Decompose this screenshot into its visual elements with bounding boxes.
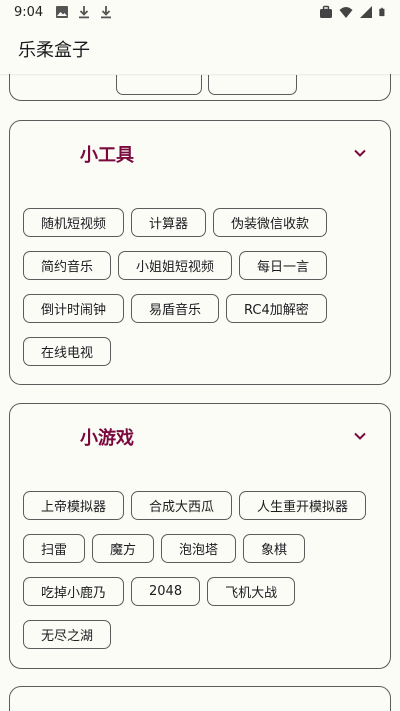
- chevron-down-icon[interactable]: [354, 149, 366, 157]
- briefcase-icon: [320, 5, 332, 18]
- chip-group-tools: 随机短视频 计算器 伪装微信收款 简约音乐 小姐姐短视频 每日一言 倒计时闹钟 …: [23, 208, 379, 366]
- chip-item[interactable]: 魔方: [92, 534, 155, 563]
- chip-item[interactable]: 飞机大战: [207, 577, 296, 606]
- chip-item[interactable]: 2048: [131, 577, 201, 606]
- status-bar: 9:04: [0, 0, 400, 24]
- wifi-icon: [339, 7, 353, 18]
- battery-icon: [379, 7, 385, 17]
- app-title: 乐柔盒子: [18, 40, 90, 61]
- download-icon: [101, 6, 112, 19]
- section-card-next: [9, 686, 391, 711]
- chip-item[interactable]: 上帝模拟器: [23, 491, 125, 520]
- section-card-games: 小游戏 上帝模拟器 合成大西瓜 人生重开模拟器 扫雷 魔方 泡泡塔 象棋 吃掉小…: [9, 403, 391, 669]
- chip-item[interactable]: 倒计时闹钟: [23, 294, 125, 323]
- chip-group-games: 上帝模拟器 合成大西瓜 人生重开模拟器 扫雷 魔方 泡泡塔 象棋 吃掉小鹿乃 2…: [23, 491, 379, 649]
- chip-item[interactable]: 在线电视: [23, 337, 112, 366]
- section-card-tools: 小工具 随机短视频 计算器 伪装微信收款 简约音乐 小姐姐短视频 每日一言 倒计…: [9, 120, 391, 385]
- chip-item[interactable]: 扫雷: [23, 534, 86, 563]
- chip-item[interactable]: 伪装微信收款: [213, 208, 328, 237]
- section-title: 小工具: [80, 145, 134, 166]
- chip-item[interactable]: 无尽之湖: [23, 620, 112, 649]
- chip-item[interactable]: 吃掉小鹿乃: [23, 577, 125, 606]
- chevron-down-icon[interactable]: [354, 432, 366, 440]
- section-header-tools[interactable]: 小工具: [10, 121, 390, 187]
- section-title: 小游戏: [80, 428, 134, 449]
- chip-item[interactable]: 随机短视频: [23, 208, 125, 237]
- section-header-games[interactable]: 小游戏: [10, 404, 390, 470]
- chip-item[interactable]: RC4加解密: [226, 294, 327, 323]
- chip-item[interactable]: 计算器: [131, 208, 207, 237]
- chip-partial[interactable]: [208, 75, 297, 95]
- chip-item[interactable]: 合成大西瓜: [131, 491, 233, 520]
- signal-icon: [360, 6, 372, 18]
- chip-item[interactable]: 人生重开模拟器: [239, 491, 367, 520]
- status-time: 9:04: [14, 4, 44, 20]
- section-card-previous: [9, 74, 391, 101]
- download-icon: [79, 6, 90, 19]
- chip-item[interactable]: 简约音乐: [23, 251, 112, 280]
- chip-item[interactable]: 泡泡塔: [161, 534, 237, 563]
- app-bar: 乐柔盒子: [0, 24, 400, 74]
- image-icon: [56, 6, 69, 18]
- chip-item[interactable]: 每日一言: [239, 251, 328, 280]
- chip-partial[interactable]: [116, 75, 202, 95]
- content-scroll[interactable]: 小工具 随机短视频 计算器 伪装微信收款 简约音乐 小姐姐短视频 每日一言 倒计…: [0, 74, 400, 711]
- chip-item[interactable]: 象棋: [243, 534, 306, 563]
- chip-item[interactable]: 小姐姐短视频: [118, 251, 233, 280]
- chip-item[interactable]: 易盾音乐: [131, 294, 220, 323]
